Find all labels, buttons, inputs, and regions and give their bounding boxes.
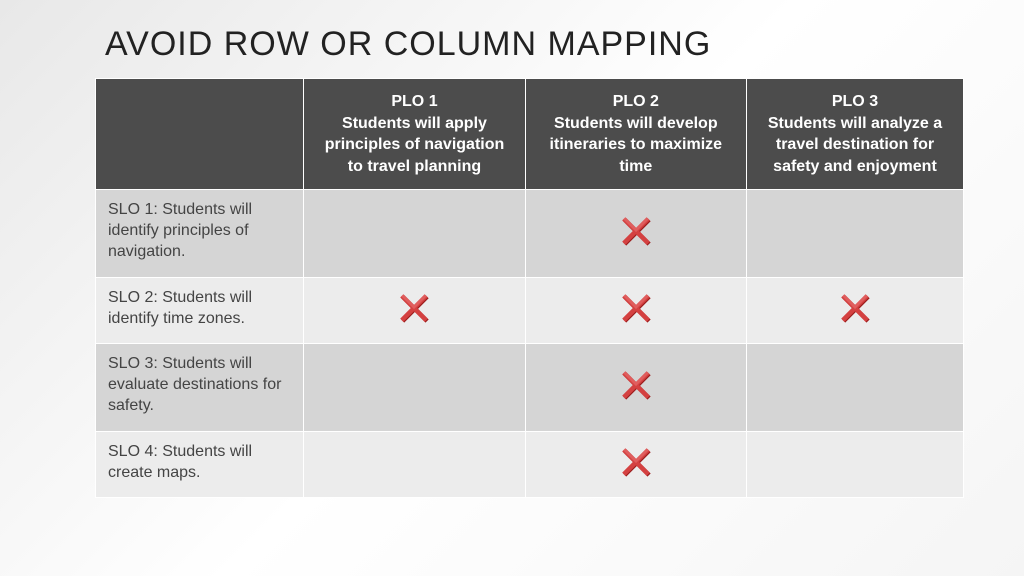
plo-number: PLO 1	[318, 91, 510, 113]
column-header-plo1: PLO 1 Students will apply principles of …	[304, 79, 525, 190]
x-mark-icon	[619, 214, 653, 248]
table-row: SLO 2: Students will identify time zones…	[96, 277, 964, 344]
row-header-slo1: SLO 1: Students will identify principles…	[96, 190, 304, 277]
cell-r3-c3	[746, 344, 963, 431]
plo-description: Students will analyze a travel destinati…	[761, 113, 949, 178]
plo-number: PLO 2	[540, 91, 732, 113]
plo-description: Students will apply principles of naviga…	[318, 113, 510, 178]
row-header-slo3: SLO 3: Students will evaluate destinatio…	[96, 344, 304, 431]
cell-r1-c3	[746, 190, 963, 277]
cell-r1-c2	[525, 190, 746, 277]
cell-r4-c2	[525, 431, 746, 498]
x-mark-icon	[838, 291, 872, 325]
cell-r4-c3	[746, 431, 963, 498]
mapping-table: PLO 1 Students will apply principles of …	[95, 78, 964, 498]
cell-r3-c2	[525, 344, 746, 431]
x-mark-icon	[619, 368, 653, 402]
column-header-plo3: PLO 3 Students will analyze a travel des…	[746, 79, 963, 190]
plo-description: Students will develop itineraries to max…	[540, 113, 732, 178]
cell-r3-c1	[304, 344, 525, 431]
table-corner-cell	[96, 79, 304, 190]
plo-number: PLO 3	[761, 91, 949, 113]
cell-r2-c3	[746, 277, 963, 344]
column-header-plo2: PLO 2 Students will develop itineraries …	[525, 79, 746, 190]
table-row: SLO 1: Students will identify principles…	[96, 190, 964, 277]
cell-r1-c1	[304, 190, 525, 277]
x-mark-icon	[619, 445, 653, 479]
cell-r2-c2	[525, 277, 746, 344]
slide-title: AVOID ROW OR COLUMN MAPPING	[105, 25, 964, 64]
table-row: SLO 3: Students will evaluate destinatio…	[96, 344, 964, 431]
row-header-slo2: SLO 2: Students will identify time zones…	[96, 277, 304, 344]
table-body: SLO 1: Students will identify principles…	[96, 190, 964, 498]
row-header-slo4: SLO 4: Students will create maps.	[96, 431, 304, 498]
cell-r4-c1	[304, 431, 525, 498]
table-row: SLO 4: Students will create maps.	[96, 431, 964, 498]
x-mark-icon	[619, 291, 653, 325]
cell-r2-c1	[304, 277, 525, 344]
x-mark-icon	[397, 291, 431, 325]
